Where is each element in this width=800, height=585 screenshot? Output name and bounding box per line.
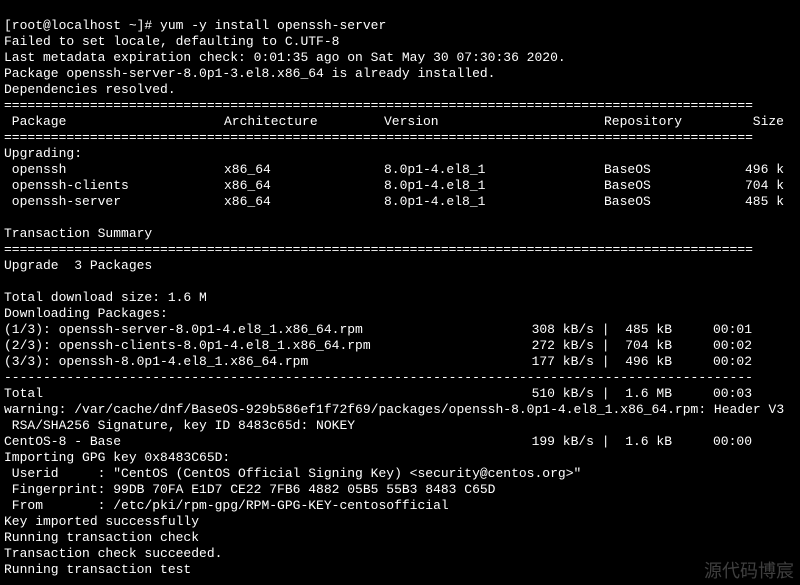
shell-prompt: [root@localhost ~]# (4, 18, 160, 33)
output-line: Upgrade 3 Packages (4, 258, 152, 273)
divider: ----------------------------------------… (4, 370, 753, 385)
gpg-line: Fingerprint: 99DB 70FA E1D7 CE22 7FB6 48… (4, 482, 495, 497)
total-size: 1.6 MB (612, 386, 672, 402)
pkg-name: openssh-clients (4, 178, 224, 194)
dl-rate: 308 kB/s (504, 322, 594, 338)
header-package: Package (4, 114, 224, 130)
dl-file: (1/3): openssh-server-8.0p1-4.el8_1.x86_… (4, 322, 504, 338)
separator: | (594, 434, 612, 450)
pkg-arch: x86_64 (224, 162, 384, 178)
pkg-arch: x86_64 (224, 194, 384, 210)
header-repository: Repository (604, 114, 734, 130)
warning-line: warning: /var/cache/dnf/BaseOS-929b586ef… (4, 402, 784, 417)
total-label: Total (4, 386, 504, 402)
gpg-line: From : /etc/pki/rpm-gpg/RPM-GPG-KEY-cent… (4, 498, 449, 513)
dl-time: 00:02 (672, 354, 752, 370)
dl-file: (2/3): openssh-clients-8.0p1-4.el8_1.x86… (4, 338, 504, 354)
dl-size: 704 kB (612, 338, 672, 354)
total-rate: 510 kB/s (504, 386, 594, 402)
output-line: Transaction check succeeded. (4, 546, 222, 561)
dl-time: 00:01 (672, 322, 752, 338)
pkg-size: 704 k (734, 178, 784, 194)
total-time: 00:03 (672, 386, 752, 402)
watermark-text: 源代码博宸 (704, 563, 794, 579)
pkg-size: 485 k (734, 194, 784, 210)
output-line: Key imported successfully (4, 514, 199, 529)
pkg-name: openssh-server (4, 194, 224, 210)
dl-size: 485 kB (612, 322, 672, 338)
dl-file: (3/3): openssh-8.0p1-4.el8_1.x86_64.rpm (4, 354, 504, 370)
header-architecture: Architecture (224, 114, 384, 130)
section-label: Upgrading: (4, 146, 82, 161)
pkg-arch: x86_64 (224, 178, 384, 194)
header-size: Size (734, 114, 784, 130)
dl-size: 496 kB (612, 354, 672, 370)
pkg-size: 496 k (734, 162, 784, 178)
divider: ========================================… (4, 242, 753, 257)
dl-time: 00:02 (672, 338, 752, 354)
dl-rate: 177 kB/s (504, 354, 594, 370)
output-line: Downloading Packages: (4, 306, 168, 321)
pkg-repo: BaseOS (604, 162, 734, 178)
pkg-repo: BaseOS (604, 178, 734, 194)
divider: ========================================… (4, 98, 753, 113)
separator: | (594, 354, 612, 370)
pkg-ver: 8.0p1-4.el8_1 (384, 178, 604, 194)
repo-rate: 199 kB/s (504, 434, 594, 450)
gpg-line: Userid : "CentOS (CentOS Official Signin… (4, 466, 581, 481)
header-version: Version (384, 114, 604, 130)
output-line: Running transaction check (4, 530, 199, 545)
divider: ========================================… (4, 130, 753, 145)
pkg-ver: 8.0p1-4.el8_1 (384, 162, 604, 178)
separator: | (594, 338, 612, 354)
repo-label: CentOS-8 - Base (4, 434, 504, 450)
dl-rate: 272 kB/s (504, 338, 594, 354)
output-line: Package openssh-server-8.0p1-3.el8.x86_6… (4, 66, 495, 81)
warning-line: RSA/SHA256 Signature, key ID 8483c65d: N… (4, 418, 355, 433)
separator: | (594, 386, 612, 402)
output-line: Dependencies resolved. (4, 82, 176, 97)
pkg-repo: BaseOS (604, 194, 734, 210)
section-label: Transaction Summary (4, 226, 152, 241)
output-line: Total download size: 1.6 M (4, 290, 207, 305)
output-line: Running transaction test (4, 562, 191, 577)
output-line: Last metadata expiration check: 0:01:35 … (4, 50, 566, 65)
separator: | (594, 322, 612, 338)
pkg-name: openssh (4, 162, 224, 178)
terminal-output: [root@localhost ~]# yum -y install opens… (0, 0, 800, 580)
pkg-ver: 8.0p1-4.el8_1 (384, 194, 604, 210)
command-text: yum -y install openssh-server (160, 18, 386, 33)
output-line: Failed to set locale, defaulting to C.UT… (4, 34, 339, 49)
repo-size: 1.6 kB (612, 434, 672, 450)
gpg-line: Importing GPG key 0x8483C65D: (4, 450, 230, 465)
repo-time: 00:00 (672, 434, 752, 450)
